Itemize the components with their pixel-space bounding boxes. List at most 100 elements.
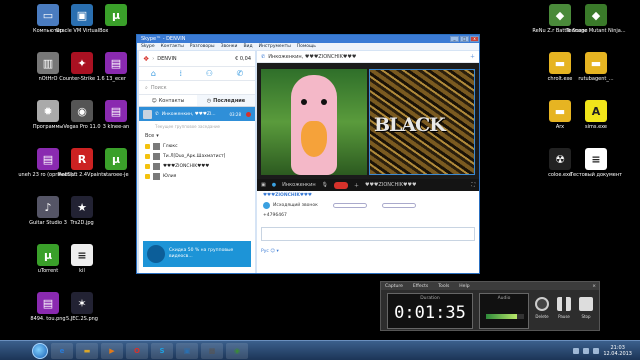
delete-label: Delete [535, 314, 549, 319]
recorder-menu-item[interactable]: Help [459, 284, 469, 289]
delete-button[interactable]: Delete [533, 297, 551, 319]
video-feed-left [261, 69, 367, 175]
phone-icon[interactable]: ✆ [236, 69, 243, 78]
taskbar-button[interactable]: O [126, 342, 148, 359]
tray-network-icon[interactable] [583, 347, 590, 354]
clock[interactable]: 21:03 12.04.2013 [603, 345, 632, 357]
start-button[interactable] [32, 342, 48, 359]
desktop-icon[interactable]: µ [86, 4, 146, 28]
desktop-icon[interactable]: ★ Trs2D.jpg [52, 196, 112, 226]
desktop-icon[interactable]: Asims.exe [566, 100, 626, 130]
tray-flag-icon[interactable] [573, 347, 580, 354]
desktop-icon-label: Тестовый документ [569, 172, 623, 178]
contact-item[interactable]: Глюкс [139, 141, 255, 151]
conversation-header: ✆ Инкоженкин, ♥♥♥ZIONCHIK♥♥♥ ＋ [257, 51, 479, 63]
add-icon[interactable]: ＋ [354, 182, 359, 189]
taskbar-button[interactable]: ▣ [176, 342, 198, 359]
recorder-menu-item[interactable]: Effects [413, 284, 428, 289]
tab-recent[interactable]: ◷ Последние [197, 95, 255, 106]
taskbar-button[interactable]: ▶ [101, 342, 123, 359]
desktop: ▭ Компьютер ▣ Oracle VM VirtualBox µ ▥ nOtHrO ✦… [0, 0, 640, 340]
active-group-chat[interactable]: ✆ Инкоженкин, ♥♥♥ZI... 03:28 [139, 107, 255, 121]
fullscreen-icon[interactable]: ⛶ [471, 182, 475, 188]
close-button[interactable]: x [470, 36, 479, 42]
emoji-icon[interactable]: ☺ [270, 249, 275, 254]
delete-icon [535, 297, 549, 311]
menu-item[interactable]: Skype [141, 44, 155, 49]
hangup-icon[interactable] [246, 111, 251, 117]
language-selector[interactable]: Рус ☺ ▾ [261, 249, 279, 254]
desktop-icon-label: Teenage Mutant Ninja... [566, 28, 626, 34]
duration-panel: Duration 0:01:35 [387, 293, 473, 329]
group-header[interactable]: Все ▾ [139, 131, 255, 141]
video-left-name: Инкоженкин [282, 182, 316, 188]
minimize-button[interactable]: _ [450, 36, 459, 42]
desktop-icon[interactable]: ▬ rutubagent_... [566, 52, 626, 82]
contact-item[interactable]: ♥♥♥ZIONCHIK♥♥♥ [139, 161, 255, 171]
menu-item[interactable]: Вид [243, 44, 252, 49]
add-contact-icon[interactable]: ⚇ [206, 69, 213, 78]
add-participant-icon[interactable]: ＋ [470, 53, 475, 60]
camera-icon[interactable]: ▣ [261, 182, 266, 188]
promo-banner[interactable]: Скидка 50 % на групповые видеосв... [143, 241, 251, 267]
photo-icon: ▩ [208, 346, 216, 355]
recorder-menu-item[interactable]: Tools [438, 284, 449, 289]
stop-icon [579, 297, 593, 311]
taskbar-button[interactable]: ▩ [201, 342, 223, 359]
audio-label: Audio [497, 296, 511, 301]
screen-recorder[interactable]: Capture Effects Tools Help × Duration 0:01:3… [380, 281, 600, 331]
skype-titlebar[interactable]: Skype™ - DENVIN _ □ x [137, 35, 479, 43]
contact-item[interactable]: Юлия [139, 171, 255, 181]
end-call-button[interactable] [333, 181, 348, 189]
stop-button[interactable]: Stop [577, 297, 595, 319]
menu-item[interactable]: Контакты [161, 44, 184, 49]
menu-item[interactable]: Помощь [297, 44, 316, 49]
recorder-menu-item[interactable]: Capture [385, 284, 403, 289]
document-icon: ≡ [585, 148, 607, 170]
mic-icon[interactable]: 🎙 [322, 182, 328, 188]
goose-beak [301, 121, 327, 157]
skype-window[interactable]: Skype™ - DENVIN _ □ x Skype Контакты Разго… [136, 34, 480, 274]
call-label: Исходящий звонок [273, 203, 318, 208]
desktop-icon[interactable]: ≡ kil [52, 244, 112, 274]
contact-tabs: ☺ Контакты ◷ Последние [139, 95, 255, 107]
desktop-icon[interactable]: ◆ Teenage Mutant Ninja... [566, 4, 626, 34]
image-file-icon: ✶ [71, 292, 93, 314]
search-input[interactable]: ⌕ Поиск [139, 81, 255, 95]
taskbar-button[interactable]: ▬ [76, 342, 98, 359]
avatar [153, 172, 160, 180]
taskbar-button[interactable]: e [51, 342, 73, 359]
chevron-down-icon: ▾ [156, 133, 159, 139]
dialpad-icon[interactable]: ⁞ [180, 69, 183, 78]
maximize-button[interactable]: □ [460, 36, 469, 42]
profile-name: DENVIN [157, 55, 177, 62]
taskbar-button[interactable]: S [151, 342, 173, 359]
tray-volume-icon[interactable] [593, 347, 600, 354]
contact-item[interactable]: Ти.Л[Duo_Арк.Шахматист] [139, 151, 255, 161]
pause-button[interactable]: Pause [555, 297, 573, 319]
search-icon: ⌕ [145, 84, 148, 91]
desktop-icon[interactable]: ≡ Тестовый документ [566, 148, 626, 178]
menu-item[interactable]: Инструменты [259, 44, 291, 49]
recorder-close-icon[interactable]: × [592, 284, 596, 289]
group-phone-icon: ✆ [155, 111, 159, 117]
audio-meter-level [486, 314, 518, 319]
ie-icon: e [59, 346, 65, 355]
video-call-area: BLACK ▣ ● Инкоженкин 🎙 ＋ ♥♥♥ZIONCHIK♥♥♥ … [257, 63, 479, 191]
conversation-title[interactable]: Инкоженкин, ♥♥♥ZIONCHIK♥♥♥ [268, 54, 356, 60]
chat-bubble-icon[interactable]: ● [272, 182, 276, 188]
message-input[interactable] [261, 227, 475, 241]
home-icon[interactable]: ⌂ [151, 69, 156, 78]
menu-item[interactable]: Звонки [221, 44, 238, 49]
profile-row[interactable]: ❖ › DENVIN € 0,04 [139, 51, 255, 67]
skype-left-pane: ❖ › DENVIN € 0,04 ⌂ ⁞ ⚇ ✆ ⌕ Поиск ☺ Конт… [139, 51, 255, 273]
desktop-icon[interactable]: ✶ 5.JEC.2S.png [52, 292, 112, 322]
menu-item[interactable]: Разговоры [190, 44, 215, 49]
contact-name: Глюкс [163, 143, 178, 149]
video-overlay-text: BLACK [374, 114, 446, 136]
taskbar-button[interactable]: ◉ [226, 342, 248, 359]
goose-eye-right [321, 99, 327, 105]
tab-contacts[interactable]: ☺ Контакты [139, 95, 197, 106]
folder-icon: ▬ [585, 52, 607, 74]
credit-balance[interactable]: € 0,04 [235, 56, 251, 62]
